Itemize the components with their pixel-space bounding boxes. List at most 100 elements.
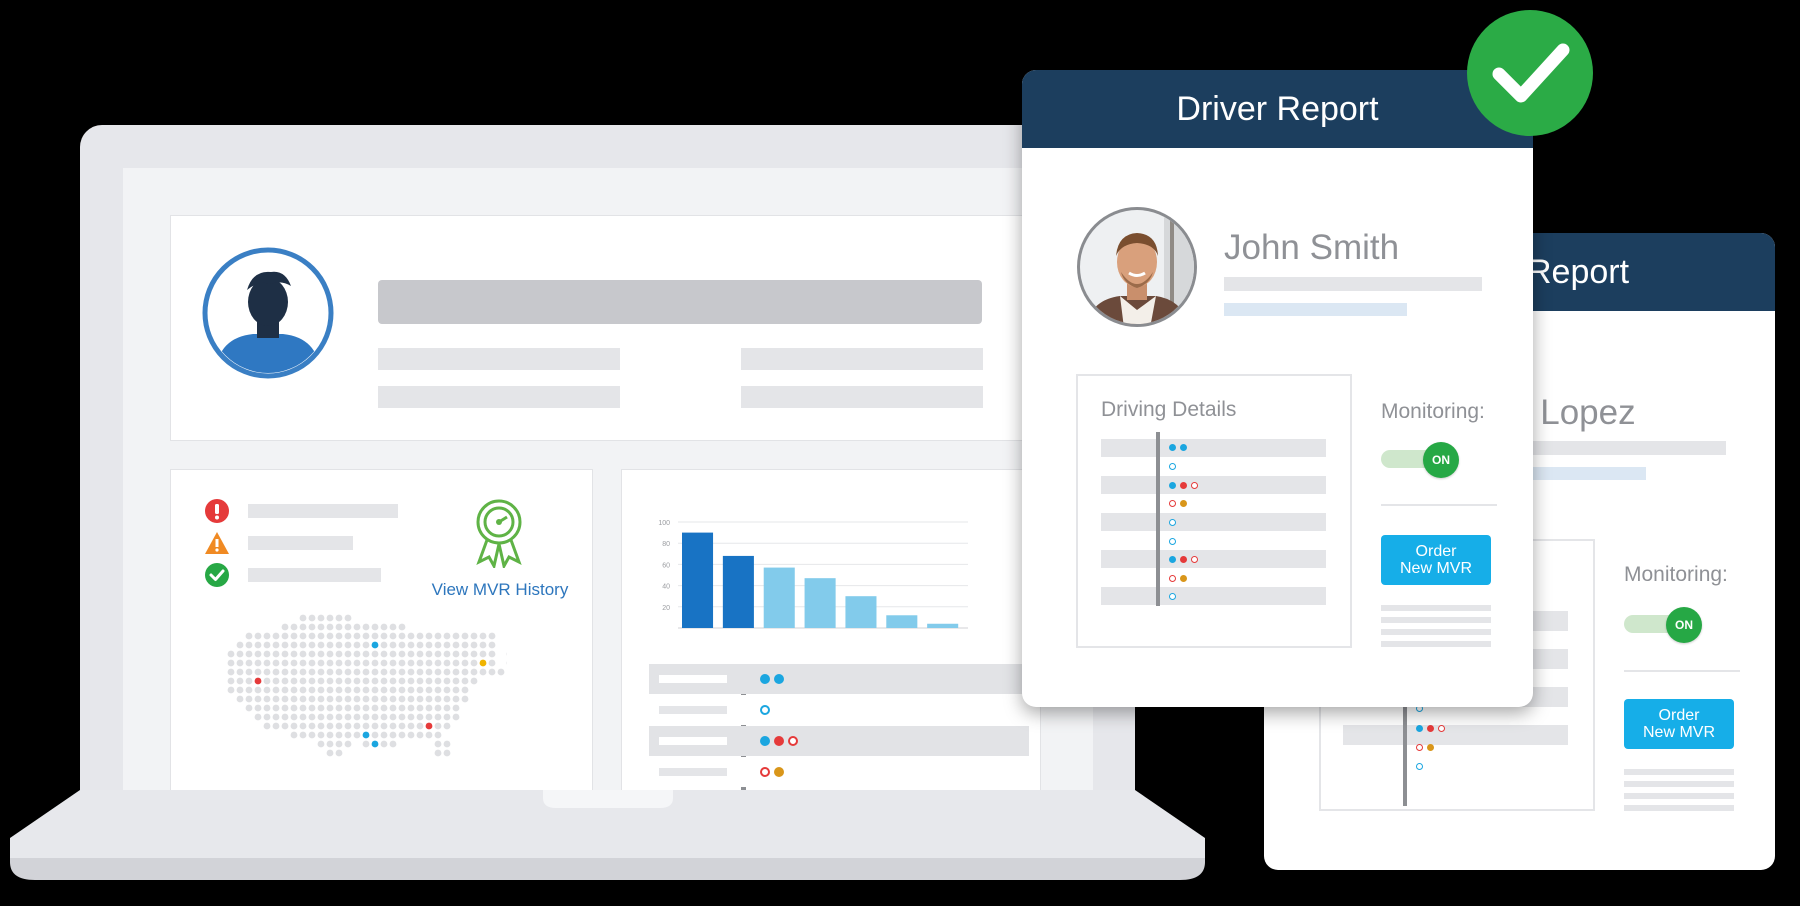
map-dot [263, 641, 271, 649]
map-dot [281, 641, 289, 649]
alert-placeholder [248, 568, 381, 582]
map-dot [407, 695, 415, 703]
map-dot [290, 623, 298, 631]
detail-placeholder [741, 386, 983, 408]
map-dot [362, 632, 370, 640]
map-dot [308, 641, 316, 649]
map-location-dot [425, 722, 433, 730]
map-location-dot [371, 641, 379, 649]
monitoring-toggle[interactable]: ON [1624, 607, 1702, 643]
map-dot [326, 713, 334, 721]
map-dot [407, 668, 415, 676]
map-dot [371, 659, 379, 667]
map-dot [344, 677, 352, 685]
map-dot [416, 650, 424, 658]
map-dot [371, 704, 379, 712]
map-dot [461, 695, 469, 703]
map-dot [434, 722, 442, 730]
map-dot [425, 713, 433, 721]
map-dot [245, 659, 253, 667]
map-dot [299, 695, 307, 703]
map-dot [380, 650, 388, 658]
map-dot [407, 731, 415, 739]
map-dot [407, 686, 415, 694]
view-mvr-history-link[interactable]: View MVR History [425, 580, 575, 600]
details-divider [1156, 432, 1160, 606]
monitoring-label: Monitoring: [1624, 563, 1728, 586]
map-dot [317, 704, 325, 712]
map-dot [290, 695, 298, 703]
map-dot [299, 677, 307, 685]
map-dot [299, 659, 307, 667]
order-new-mvr-button[interactable]: Order New MVR [1624, 699, 1734, 749]
map-dot [272, 695, 280, 703]
map-dot [398, 650, 406, 658]
map-dot [389, 713, 397, 721]
map-dot [380, 686, 388, 694]
chart-bar [886, 615, 918, 628]
map-dot [263, 668, 271, 676]
map-dot [488, 641, 496, 649]
table-row [649, 664, 1029, 694]
map-dot [335, 731, 343, 739]
map-dot [335, 749, 343, 757]
map-dot [263, 704, 271, 712]
map-dot [353, 677, 361, 685]
map-dot [326, 650, 334, 658]
map-dot [371, 650, 379, 658]
map-dot [272, 632, 280, 640]
map-dot [308, 659, 316, 667]
map-dot [335, 704, 343, 712]
map-dot [326, 632, 334, 640]
map-dot [335, 695, 343, 703]
map-dot [398, 668, 406, 676]
map-dot [425, 650, 433, 658]
map-dot [272, 713, 280, 721]
laptop-base [10, 790, 1205, 880]
monitoring-toggle[interactable]: ON [1381, 442, 1459, 478]
chart-table-card: 100 80 60 40 20 [621, 469, 1041, 790]
chart-ytick-label: 20 [662, 605, 670, 612]
map-dot [245, 668, 253, 676]
map-dot [479, 668, 487, 676]
map-dot [362, 722, 370, 730]
map-dot [443, 686, 451, 694]
map-location-dot [479, 659, 487, 667]
chart-ytick-label: 100 [658, 520, 670, 527]
map-dot [326, 668, 334, 676]
map-dot [317, 695, 325, 703]
map-dot [353, 641, 361, 649]
line-placeholder [1624, 781, 1734, 787]
map-dot [380, 731, 388, 739]
map-dot [236, 686, 244, 694]
chart-bar [763, 567, 795, 628]
map-dot [281, 722, 289, 730]
map-dot [443, 641, 451, 649]
map-dot [416, 677, 424, 685]
map-dot [254, 650, 262, 658]
order-new-mvr-button[interactable]: Order New MVR [1381, 535, 1491, 585]
map-dot [254, 632, 262, 640]
map-dot [362, 695, 370, 703]
map-dot [479, 641, 487, 649]
report-header: Driver Report [1022, 70, 1533, 148]
map-dot [407, 713, 415, 721]
map-dot [353, 659, 361, 667]
map-dot [317, 740, 325, 748]
map-dot [344, 731, 352, 739]
map-dot [362, 713, 370, 721]
map-dot [407, 722, 415, 730]
map-dot [326, 686, 334, 694]
map-dot [236, 677, 244, 685]
map-dot [470, 641, 478, 649]
map-dot [236, 659, 244, 667]
map-dot [236, 695, 244, 703]
map-dot [317, 722, 325, 730]
map-dot [389, 623, 397, 631]
map-dot [308, 623, 316, 631]
map-dot [407, 632, 415, 640]
map-dot [434, 713, 442, 721]
alerts-map-card: View MVR History [170, 469, 593, 790]
map-dot [335, 614, 343, 622]
map-dot [416, 731, 424, 739]
